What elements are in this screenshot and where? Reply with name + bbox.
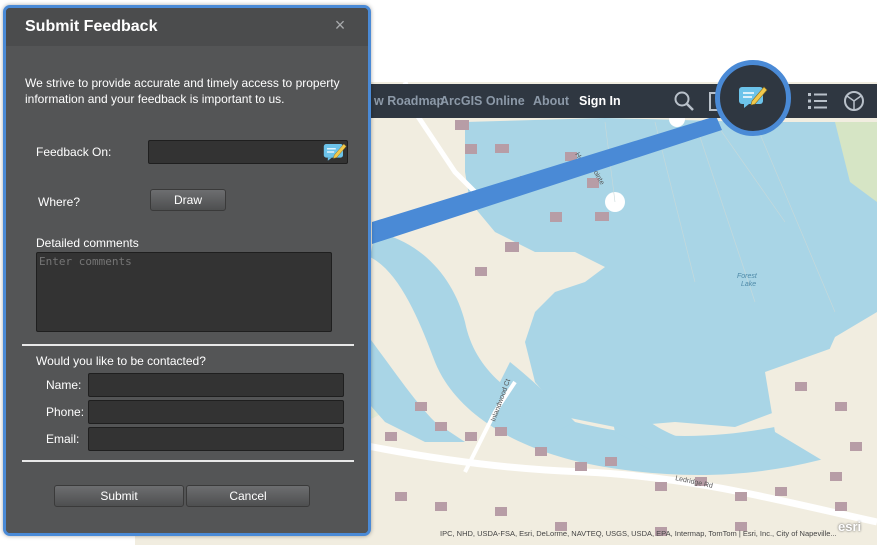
draw-button[interactable]: Draw (150, 189, 226, 211)
feedback-on-label: Feedback On: (36, 145, 112, 159)
nav-link-roadmap[interactable]: w Roadmap (374, 94, 444, 108)
where-label: Where? (38, 195, 81, 209)
dialog-title: Submit Feedback (25, 18, 158, 35)
nav-link-arcgis-online[interactable]: ArcGIS Online (440, 94, 525, 108)
email-input[interactable] (88, 427, 344, 451)
nav-link-about[interactable]: About (533, 94, 569, 108)
cancel-button[interactable]: Cancel (186, 485, 310, 507)
comments-textarea[interactable] (36, 252, 332, 332)
submit-button[interactable]: Submit (54, 485, 184, 507)
dialog-header: Submit Feedback × (6, 8, 368, 46)
comments-label: Detailed comments (36, 236, 139, 250)
divider-bottom (22, 460, 354, 462)
feedback-on-field[interactable] (148, 140, 348, 164)
basemap-gallery-icon[interactable] (842, 90, 866, 112)
feedback-tool-callout[interactable] (715, 60, 791, 136)
map-attribution: IPC, NHD, USDA-FSA, Esri, DeLorme, NAVTE… (440, 529, 837, 538)
close-icon[interactable]: × (331, 16, 349, 34)
top-toolbar: w Roadmap ArcGIS Online About Sign In (370, 84, 877, 118)
esri-logo: esri (838, 519, 862, 534)
phone-label: Phone: (46, 405, 85, 419)
email-label: Email: (46, 432, 80, 446)
divider-top (22, 344, 354, 346)
dialog-body: We strive to provide accurate and timely… (6, 46, 368, 533)
search-icon[interactable] (672, 90, 696, 112)
feedback-icon[interactable] (738, 85, 768, 109)
contact-question: Would you like to be contacted? (36, 354, 206, 368)
phone-input[interactable] (88, 400, 344, 424)
name-label: Name: (46, 378, 82, 392)
intro-text: We strive to provide accurate and timely… (25, 76, 340, 106)
list-icon[interactable] (805, 90, 829, 112)
nav-link-sign-in[interactable]: Sign In (579, 94, 621, 108)
feedback-picker-icon[interactable] (323, 142, 347, 162)
submit-feedback-dialog: Submit Feedback × We strive to provide a… (3, 5, 371, 536)
name-input[interactable] (88, 373, 344, 397)
